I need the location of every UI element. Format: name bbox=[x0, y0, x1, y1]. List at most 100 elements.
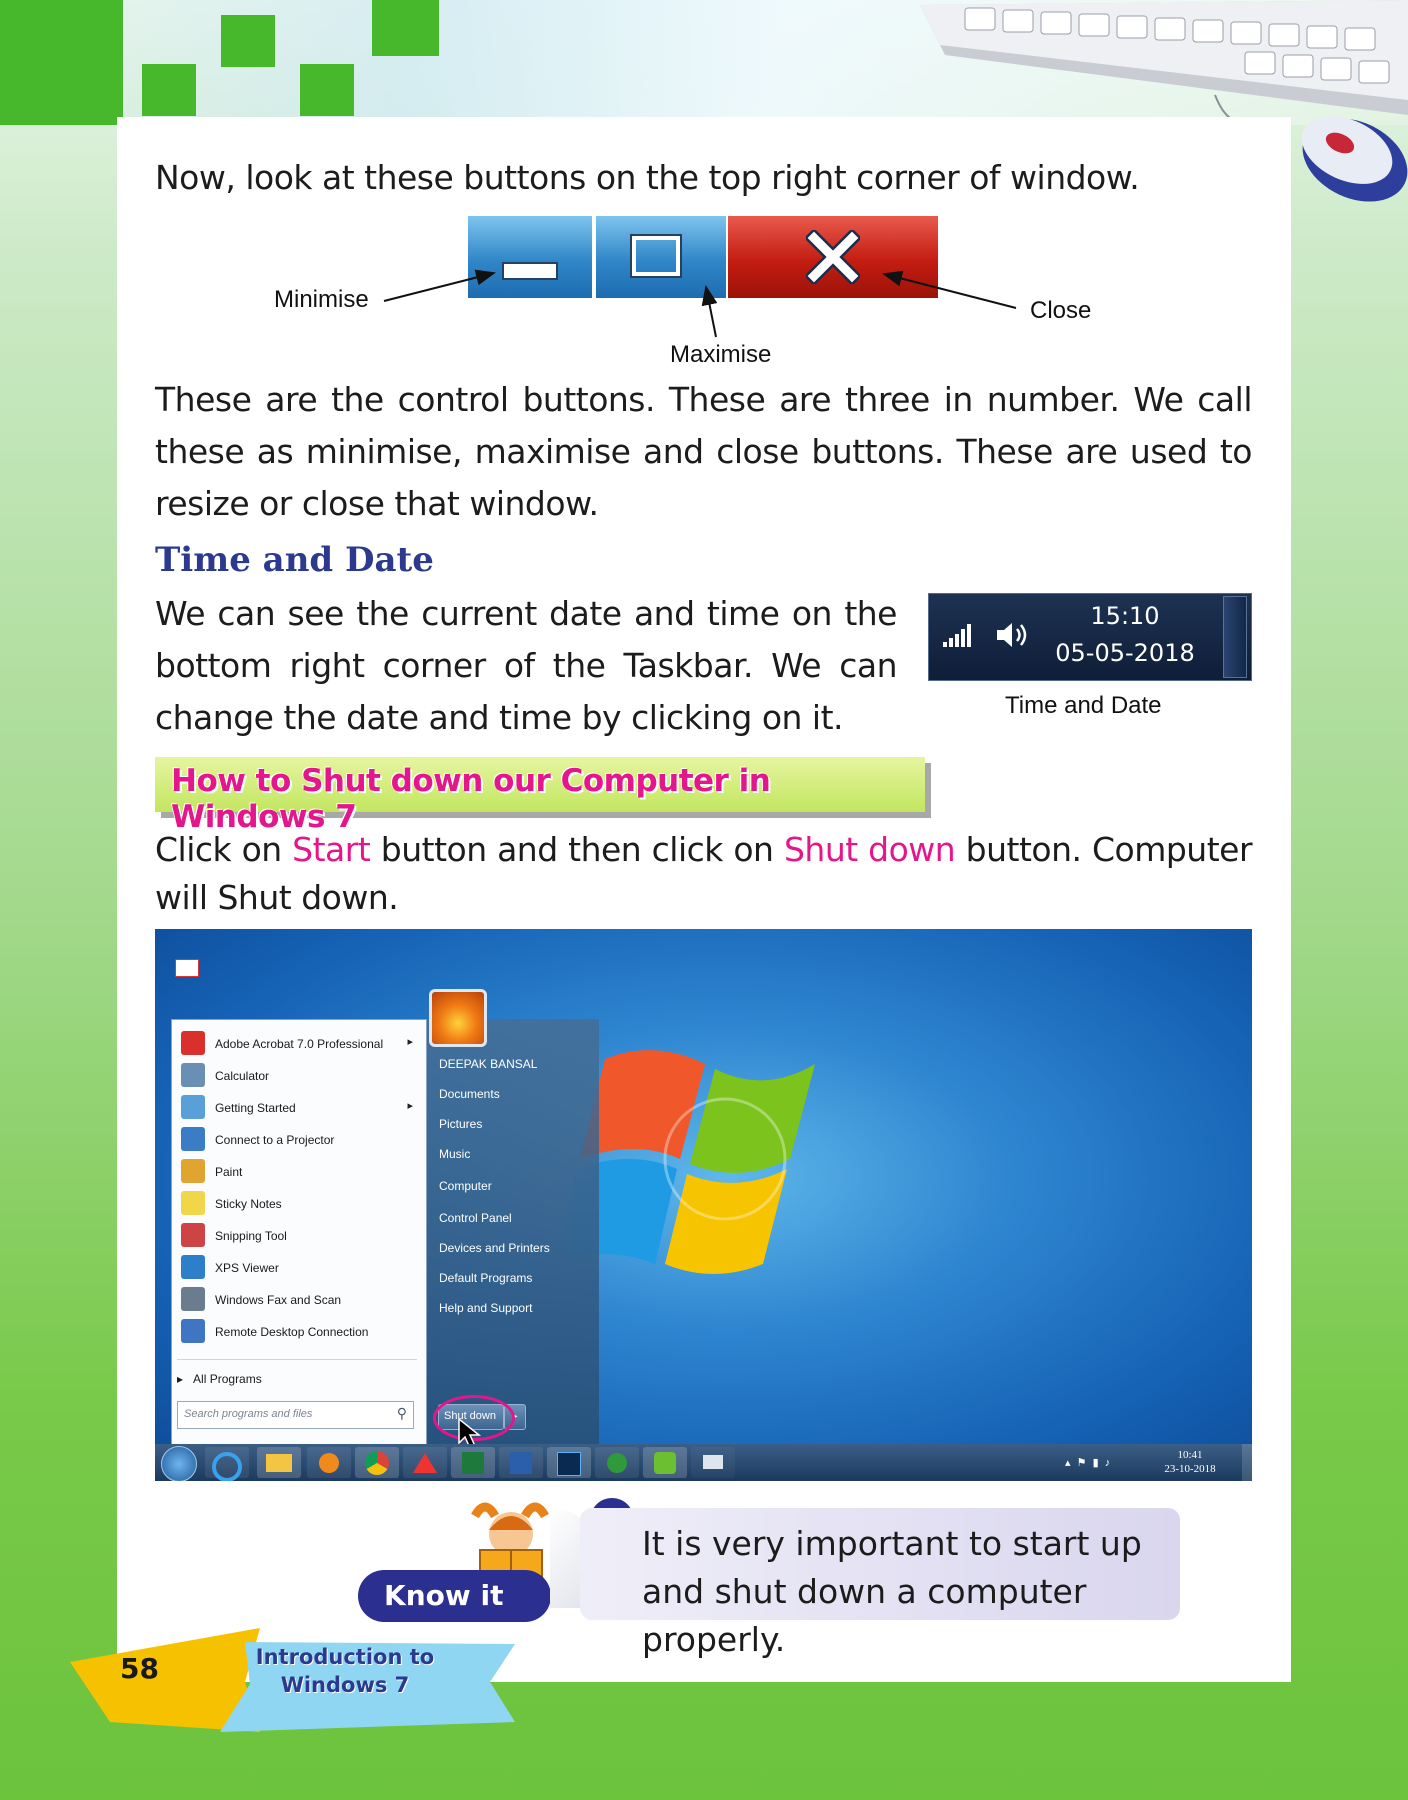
excel-icon[interactable] bbox=[451, 1447, 495, 1478]
program-icon bbox=[181, 1063, 205, 1087]
time-date-heading: Time and Date bbox=[155, 540, 434, 580]
program-icon bbox=[181, 1095, 205, 1119]
windows7-screenshot: Adobe Acrobat 7.0 Professional ▸ Calculato… bbox=[155, 929, 1252, 1481]
app-icon[interactable] bbox=[643, 1447, 687, 1478]
intro-text: Now, look at these buttons on the top ri… bbox=[155, 158, 1140, 197]
user-avatar[interactable] bbox=[429, 989, 487, 1047]
start-menu-place-item[interactable]: Control Panel bbox=[439, 1211, 512, 1225]
app-icon[interactable] bbox=[595, 1447, 639, 1478]
program-icon bbox=[181, 1255, 205, 1279]
know-it-label: Know it bbox=[384, 1579, 504, 1612]
green-square-decoration bbox=[142, 64, 196, 116]
clock-date: 05-05-2018 bbox=[1055, 639, 1195, 667]
ie-icon[interactable] bbox=[205, 1447, 249, 1481]
show-desktop-button[interactable] bbox=[1242, 1444, 1252, 1481]
start-menu-place-item[interactable]: Music bbox=[439, 1147, 470, 1161]
start-menu-item[interactable]: XPS Viewer bbox=[175, 1253, 423, 1281]
control-buttons-text: These are the control buttons. These are… bbox=[155, 380, 1253, 523]
program-icon bbox=[181, 1127, 205, 1151]
page-number: 58 bbox=[120, 1652, 159, 1685]
start-menu-item[interactable]: Windows Fax and Scan bbox=[175, 1285, 423, 1313]
start-menu-place-item[interactable]: Help and Support bbox=[439, 1301, 532, 1315]
photoshop-icon[interactable] bbox=[547, 1447, 591, 1478]
taskbar-clock-widget: 15:10 05-05-2018 bbox=[928, 593, 1252, 681]
taskbar-time: 10:41 bbox=[1177, 1449, 1203, 1461]
green-square-decoration bbox=[221, 15, 275, 67]
search-box[interactable]: Search programs and files ⚲ bbox=[177, 1401, 414, 1429]
text-run: button and then click on bbox=[370, 830, 784, 869]
tray-icons[interactable]: ▴ ⚑ ▮ ♪ bbox=[1065, 1456, 1110, 1469]
program-icon bbox=[181, 1159, 205, 1183]
all-programs-item[interactable]: ▸ All Programs bbox=[177, 1372, 262, 1386]
start-highlight: Start bbox=[292, 830, 371, 869]
start-menu-item-label: Sticky Notes bbox=[215, 1197, 282, 1211]
start-menu-item-label: Windows Fax and Scan bbox=[215, 1293, 342, 1307]
start-menu-item[interactable]: Adobe Acrobat 7.0 Professional ▸ bbox=[175, 1029, 423, 1057]
explorer-icon[interactable] bbox=[257, 1447, 301, 1478]
chapter-title: Introduction to Windows 7 bbox=[230, 1643, 460, 1699]
shutdown-highlight: Shut down bbox=[783, 830, 956, 869]
start-menu-item-label: Remote Desktop Connection bbox=[215, 1325, 369, 1339]
program-icon bbox=[181, 1223, 205, 1247]
green-corner-block bbox=[0, 0, 123, 125]
program-icon bbox=[181, 1191, 205, 1215]
start-menu-place-item[interactable]: Documents bbox=[439, 1087, 500, 1101]
acrobat-icon bbox=[175, 959, 199, 977]
start-menu-item[interactable]: Remote Desktop Connection bbox=[175, 1317, 423, 1345]
start-menu-item-label: Adobe Acrobat 7.0 Professional bbox=[215, 1037, 384, 1051]
clock-caption: Time and Date bbox=[1005, 692, 1162, 719]
start-menu-place-item[interactable]: Computer bbox=[439, 1179, 492, 1193]
minimise-label: Minimise bbox=[274, 286, 369, 313]
maximise-label: Maximise bbox=[670, 341, 772, 368]
start-menu-item[interactable]: Snipping Tool bbox=[175, 1221, 423, 1249]
start-menu-item-label: Paint bbox=[215, 1165, 243, 1179]
all-programs-label: All Programs bbox=[193, 1372, 262, 1386]
word-icon[interactable] bbox=[499, 1447, 543, 1478]
section-banner: How to Shut down our Computer in Windows… bbox=[155, 757, 925, 835]
start-menu-right-pane bbox=[427, 1019, 599, 1444]
search-icon: ⚲ bbox=[396, 1405, 407, 1421]
play-arrow-icon: ▸ bbox=[177, 1372, 184, 1386]
start-menu-item[interactable]: Paint bbox=[175, 1157, 423, 1185]
start-menu-place-item[interactable]: Default Programs bbox=[439, 1271, 532, 1285]
submenu-arrow-icon: ▸ bbox=[407, 1100, 413, 1112]
text-run: Click on bbox=[155, 830, 293, 869]
submenu-arrow-icon: ▸ bbox=[407, 1036, 413, 1048]
start-menu-item[interactable]: Calculator bbox=[175, 1061, 423, 1089]
start-menu-place-item[interactable]: Pictures bbox=[439, 1117, 482, 1131]
chapter-line1: Introduction to bbox=[255, 1645, 435, 1669]
signal-icon bbox=[943, 624, 971, 647]
app-icon[interactable] bbox=[691, 1447, 735, 1478]
taskbar-date: 23-10-2018 bbox=[1164, 1463, 1216, 1475]
media-player-icon[interactable] bbox=[307, 1447, 351, 1478]
chrome-icon[interactable] bbox=[355, 1447, 399, 1478]
green-square-decoration bbox=[372, 0, 439, 56]
banner-title: How to Shut down our Computer in Windows… bbox=[171, 763, 771, 835]
start-menu-item-label: Connect to a Projector bbox=[215, 1133, 335, 1147]
program-icon bbox=[181, 1031, 205, 1055]
time-date-text: We can see the current date and time on … bbox=[155, 594, 898, 737]
start-menu-item[interactable]: Connect to a Projector bbox=[175, 1125, 423, 1153]
divider bbox=[177, 1359, 417, 1360]
start-button[interactable] bbox=[161, 1446, 197, 1481]
taskbar: ▴ ⚑ ▮ ♪ 10:41 23-10-2018 bbox=[155, 1444, 1252, 1481]
start-menu-item[interactable]: Getting Started ▸ bbox=[175, 1093, 423, 1121]
program-icon bbox=[181, 1319, 205, 1343]
start-menu-item-label: Snipping Tool bbox=[215, 1229, 287, 1243]
start-menu-item-label: Calculator bbox=[215, 1069, 270, 1083]
chapter-line2: Windows 7 bbox=[280, 1673, 410, 1697]
start-menu-item-label: XPS Viewer bbox=[215, 1261, 279, 1275]
taskbar-clock[interactable]: 10:41 23-10-2018 bbox=[1155, 1448, 1225, 1476]
green-square-decoration bbox=[300, 64, 354, 116]
volume-icon bbox=[997, 623, 1027, 647]
start-menu-item[interactable]: Sticky Notes bbox=[175, 1189, 423, 1217]
app-icon[interactable] bbox=[403, 1447, 447, 1478]
user-name-item[interactable]: DEEPAK BANSAL bbox=[439, 1057, 537, 1071]
start-menu: Adobe Acrobat 7.0 Professional ▸ Calculato… bbox=[163, 989, 723, 1451]
know-it-label-box: Know it bbox=[358, 1570, 551, 1622]
program-icon bbox=[181, 1287, 205, 1311]
shutdown-text: Click on Start button and then click on … bbox=[155, 826, 1253, 922]
start-menu-place-item[interactable]: Devices and Printers bbox=[439, 1241, 550, 1255]
close-label: Close bbox=[1030, 297, 1092, 324]
know-it-text: It is very important to start up and shu… bbox=[642, 1524, 1142, 1659]
